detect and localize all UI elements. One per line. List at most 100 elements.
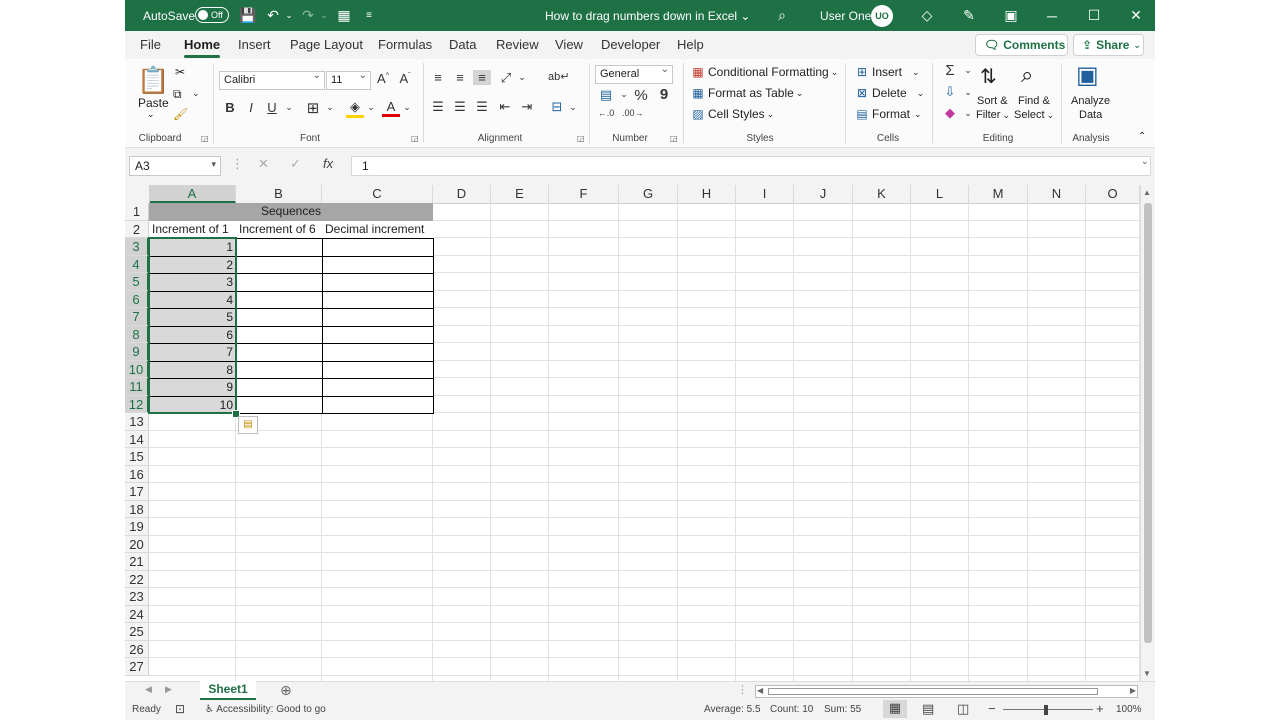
alignment-launcher-icon[interactable]: ◲ bbox=[577, 134, 585, 143]
cancel-entry-icon[interactable]: ✕ bbox=[258, 156, 269, 172]
tab-formulas[interactable]: Formulas bbox=[378, 37, 432, 52]
paste-icon[interactable]: 📋 bbox=[137, 65, 169, 96]
format-as-table-button[interactable]: ▦ Format as Table ⌄ bbox=[690, 86, 803, 100]
insert-function-icon[interactable]: fx bbox=[323, 156, 333, 171]
copy-icon[interactable]: ⧉ bbox=[173, 87, 182, 102]
tab-review[interactable]: Review bbox=[496, 37, 539, 52]
save-icon[interactable]: 💾 bbox=[237, 0, 259, 31]
cell-c10[interactable] bbox=[322, 360, 434, 379]
clear-icon[interactable]: ◆ bbox=[941, 105, 959, 121]
cell-a12[interactable]: 10 bbox=[149, 395, 237, 414]
analyze-label[interactable]: Analyze bbox=[1071, 95, 1110, 107]
minimize-icon[interactable]: ─ bbox=[1037, 0, 1067, 31]
column-header-h[interactable]: H bbox=[678, 185, 736, 203]
fill-dropdown-icon[interactable]: ⌄ bbox=[959, 87, 977, 98]
row-header-15[interactable]: 15 bbox=[125, 448, 149, 466]
underline-icon[interactable]: U bbox=[263, 100, 281, 115]
cell-c6[interactable] bbox=[322, 290, 434, 309]
underline-dropdown-icon[interactable]: ⌄ bbox=[280, 102, 298, 113]
sort-label[interactable]: Sort & bbox=[977, 95, 1008, 107]
cell-c5[interactable] bbox=[322, 273, 434, 292]
clipboard-launcher-icon[interactable]: ◲ bbox=[201, 134, 209, 143]
cell-b7[interactable] bbox=[236, 308, 323, 327]
insert-cells-button[interactable]: ⊞ Insert ⌄ bbox=[854, 65, 920, 79]
row-header-4[interactable]: 4 bbox=[125, 255, 149, 273]
scroll-right-icon[interactable]: ▶ bbox=[1130, 686, 1136, 695]
tab-file[interactable]: File bbox=[140, 37, 161, 52]
cell-b9[interactable] bbox=[236, 343, 323, 362]
column-header-l[interactable]: L bbox=[911, 185, 969, 203]
tab-page-layout[interactable]: Page Layout bbox=[290, 37, 363, 52]
format-painter-icon[interactable]: 🖌 bbox=[173, 107, 188, 121]
row-header-14[interactable]: 14 bbox=[125, 430, 149, 448]
row-header-6[interactable]: 6 bbox=[125, 290, 149, 308]
fill-color-dropdown-icon[interactable]: ⌄ bbox=[362, 102, 380, 113]
formula-input[interactable]: 1 bbox=[351, 156, 1151, 176]
analyze-data-icon[interactable]: ▣ bbox=[1076, 61, 1099, 90]
page-break-view-icon[interactable]: ◫ bbox=[957, 701, 969, 717]
customize-toolbar-icon[interactable]: ≡ bbox=[358, 0, 380, 31]
font-color-dropdown-icon[interactable]: ⌄ bbox=[398, 102, 416, 113]
font-family-select[interactable]: Calibri bbox=[219, 70, 325, 90]
conditional-formatting-button[interactable]: ▦ Conditional Formatting ⌄ bbox=[690, 65, 838, 79]
maximize-icon[interactable]: ☐ bbox=[1079, 0, 1109, 31]
paste-label[interactable]: Paste bbox=[138, 96, 169, 110]
italic-icon[interactable]: I bbox=[242, 100, 260, 115]
expand-formula-icon[interactable]: ⌄ bbox=[1141, 156, 1149, 167]
pen-icon[interactable]: ✎ bbox=[958, 0, 980, 31]
autosum-dropdown-icon[interactable]: ⌄ bbox=[959, 65, 977, 76]
row-header-10[interactable]: 10 bbox=[125, 360, 149, 378]
comma-style-icon[interactable]: 9 bbox=[655, 86, 673, 103]
decrease-decimal-icon[interactable]: .00→ bbox=[622, 108, 644, 118]
vertical-scroll-thumb[interactable] bbox=[1144, 203, 1152, 643]
count-stat[interactable]: Count: 10 bbox=[770, 704, 813, 715]
cut-icon[interactable]: ✂ bbox=[175, 65, 185, 79]
align-top-icon[interactable]: ≡ bbox=[429, 70, 447, 85]
row-header-24[interactable]: 24 bbox=[125, 605, 149, 623]
clear-dropdown-icon[interactable]: ⌄ bbox=[959, 108, 977, 119]
row-header-17[interactable]: 17 bbox=[125, 483, 149, 501]
column-header-d[interactable]: D bbox=[433, 185, 491, 203]
row-header-20[interactable]: 20 bbox=[125, 535, 149, 553]
prev-sheet-icon[interactable]: ◀ bbox=[145, 684, 152, 695]
cell-a5[interactable]: 3 bbox=[149, 273, 237, 292]
header-cell-a[interactable]: Increment of 1 bbox=[149, 220, 236, 238]
row-header-13[interactable]: 13 bbox=[125, 413, 149, 431]
tab-data[interactable]: Data bbox=[449, 37, 476, 52]
select-label[interactable]: Select ⌄ bbox=[1014, 109, 1054, 121]
share-button[interactable]: ⇪ Share ⌄ bbox=[1073, 34, 1144, 56]
column-header-b[interactable]: B bbox=[236, 185, 322, 203]
tab-developer[interactable]: Developer bbox=[601, 37, 660, 52]
avatar[interactable]: UO bbox=[871, 5, 893, 27]
increase-font-icon[interactable]: A^ bbox=[374, 71, 392, 86]
cell-a7[interactable]: 5 bbox=[149, 308, 237, 327]
cell-a8[interactable]: 6 bbox=[149, 325, 237, 344]
cell-c7[interactable] bbox=[322, 308, 434, 327]
user-name[interactable]: User One bbox=[820, 0, 871, 31]
column-header-f[interactable]: F bbox=[549, 185, 619, 203]
row-header-22[interactable]: 22 bbox=[125, 570, 149, 588]
column-header-a[interactable]: A bbox=[149, 185, 236, 203]
cell-b4[interactable] bbox=[236, 255, 323, 274]
column-header-m[interactable]: M bbox=[969, 185, 1028, 203]
row-header-7[interactable]: 7 bbox=[125, 308, 149, 326]
vertical-scrollbar[interactable]: ▲ ▼ bbox=[1140, 185, 1155, 681]
close-icon[interactable]: ✕ bbox=[1121, 0, 1151, 31]
tab-view[interactable]: View bbox=[555, 37, 583, 52]
page-layout-view-icon[interactable]: ▤ bbox=[922, 701, 934, 717]
merge-dropdown-icon[interactable]: ⌄ bbox=[564, 102, 582, 113]
add-sheet-icon[interactable]: ⊕ bbox=[280, 682, 292, 699]
premium-diamond-icon[interactable]: ◇ bbox=[916, 0, 938, 31]
font-size-select[interactable]: 11 bbox=[326, 70, 371, 90]
number-format-select[interactable]: General bbox=[595, 64, 673, 84]
redo-dropdown-icon[interactable]: ⌄ bbox=[313, 0, 335, 31]
collapse-ribbon-icon[interactable]: ⌃ bbox=[1138, 131, 1146, 142]
cell-b10[interactable] bbox=[236, 360, 323, 379]
cell-a11[interactable]: 9 bbox=[149, 378, 237, 397]
font-launcher-icon[interactable]: ◲ bbox=[411, 134, 419, 143]
increase-indent-icon[interactable]: ⇥ bbox=[518, 99, 536, 115]
normal-view-icon[interactable]: ▦ bbox=[883, 700, 907, 718]
paste-dropdown-icon[interactable]: ⌄ bbox=[147, 109, 155, 120]
accounting-dropdown-icon[interactable]: ⌄ bbox=[615, 89, 633, 100]
cell-c8[interactable] bbox=[322, 325, 434, 344]
